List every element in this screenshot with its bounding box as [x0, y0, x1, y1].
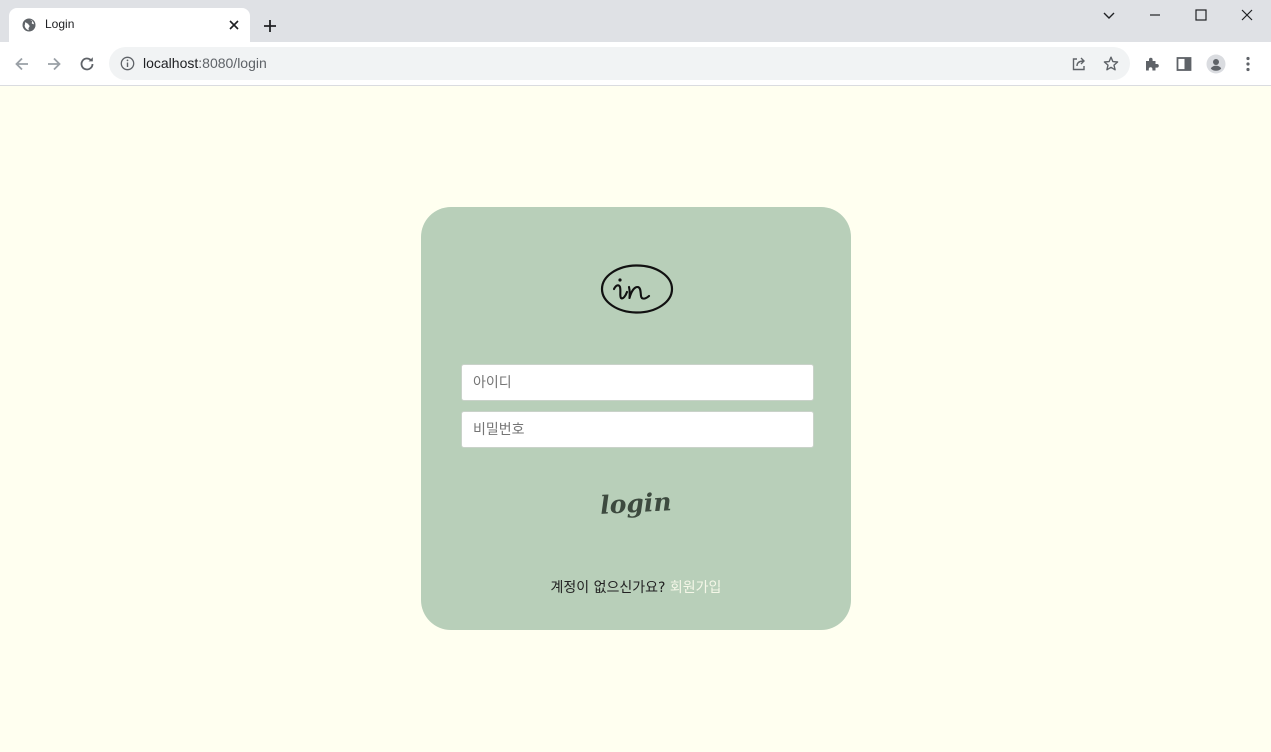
- logo-icon: [600, 264, 674, 314]
- password-input[interactable]: [461, 411, 814, 448]
- tab-strip: Login: [0, 0, 1271, 42]
- login-button[interactable]: login: [601, 483, 671, 527]
- chevron-down-icon[interactable]: [1100, 6, 1118, 24]
- login-button-label: login: [601, 487, 671, 520]
- page-viewport: login 계정이 없으신가요? 회원가입: [0, 86, 1271, 752]
- minimize-icon[interactable]: [1146, 6, 1164, 24]
- login-card: login 계정이 없으신가요? 회원가입: [421, 207, 851, 630]
- forward-arrow-icon[interactable]: [44, 54, 64, 74]
- star-icon[interactable]: [1102, 55, 1120, 73]
- browser-toolbar: localhost:8080/login: [0, 42, 1271, 86]
- back-arrow-icon[interactable]: [12, 54, 32, 74]
- signup-row: 계정이 없으신가요? 회원가입: [421, 577, 851, 597]
- address-bar[interactable]: localhost:8080/login: [109, 47, 1130, 80]
- info-icon[interactable]: [120, 56, 135, 71]
- profile-icon[interactable]: [1206, 54, 1226, 74]
- url-text: localhost:8080/login: [143, 55, 267, 71]
- tab-title: Login: [45, 17, 75, 31]
- login-button-graphic: login: [601, 487, 671, 520]
- close-window-icon[interactable]: [1238, 6, 1256, 24]
- signup-prompt: 계정이 없으신가요?: [550, 580, 666, 596]
- maximize-icon[interactable]: [1192, 6, 1210, 24]
- share-icon[interactable]: [1070, 55, 1088, 73]
- kebab-menu-icon[interactable]: [1238, 54, 1258, 74]
- close-icon[interactable]: [227, 18, 241, 32]
- signup-link[interactable]: 회원가입: [670, 580, 722, 596]
- reload-icon[interactable]: [77, 54, 97, 74]
- url-host: localhost: [143, 55, 199, 71]
- browser-tab[interactable]: Login: [9, 8, 250, 42]
- username-input[interactable]: [461, 364, 814, 401]
- side-panel-icon[interactable]: [1174, 54, 1194, 74]
- globe-icon: [22, 18, 36, 32]
- url-path: :8080/login: [198, 55, 267, 71]
- puzzle-icon[interactable]: [1142, 54, 1162, 74]
- plus-icon[interactable]: [261, 17, 279, 35]
